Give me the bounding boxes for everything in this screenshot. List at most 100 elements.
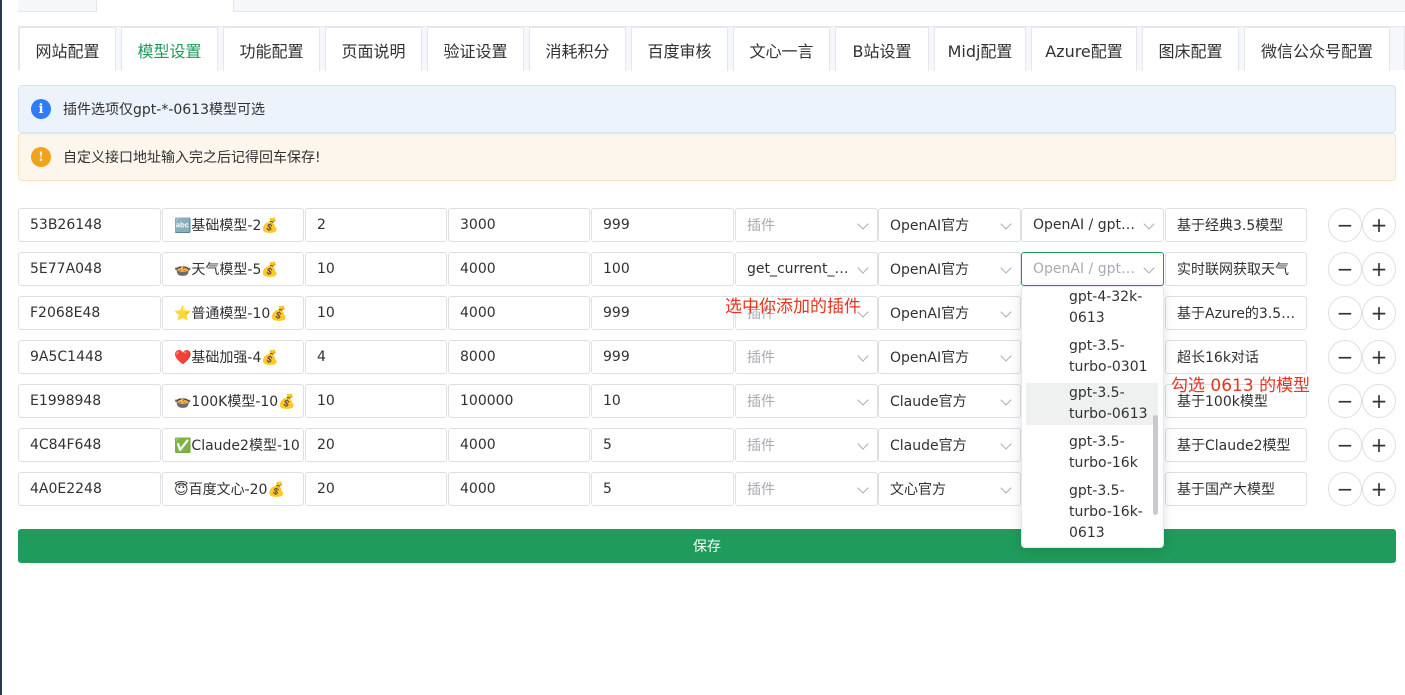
- limit-field[interactable]: 999: [591, 296, 734, 330]
- provider-select[interactable]: OpenAI官方: [878, 340, 1021, 374]
- tab-azure[interactable]: Azure配置: [1031, 27, 1137, 71]
- max-tokens-field[interactable]: 8000: [448, 340, 590, 374]
- description-field[interactable]: 基于Claude2模型: [1165, 428, 1307, 462]
- model-name-field[interactable]: 🔤基础模型-2💰: [162, 208, 304, 242]
- add-row-button[interactable]: +: [1362, 208, 1396, 242]
- model-id-field-value: 5E77A048: [30, 261, 102, 277]
- remove-row-button[interactable]: −: [1328, 428, 1362, 462]
- add-row-button[interactable]: +: [1362, 384, 1396, 418]
- remove-row-button[interactable]: −: [1328, 296, 1362, 330]
- table-row: F2068E48 ⭐普通模型-10💰 10 4000 999 插件 OpenAI官方 基于Az…: [18, 296, 1398, 330]
- tab-baidu-review[interactable]: 百度审核: [631, 27, 728, 71]
- outer-tab-active[interactable]: [96, 0, 234, 12]
- remove-row-button[interactable]: −: [1328, 384, 1362, 418]
- limit-field[interactable]: 5: [591, 428, 734, 462]
- save-button[interactable]: 保存: [18, 529, 1396, 563]
- dropdown-option[interactable]: gpt-3.5- turbo-16k- 0613: [1026, 481, 1158, 547]
- limit-field[interactable]: 100: [591, 252, 734, 286]
- max-tokens-field[interactable]: 4000: [448, 472, 590, 506]
- plugin-select[interactable]: 插件: [735, 208, 878, 242]
- provider-select[interactable]: OpenAI官方: [878, 296, 1021, 330]
- model-dropdown: gpt-4-32k- 0613 gpt-3.5- turbo-0301 gpt-3.…: [1021, 286, 1164, 548]
- plugin-select[interactable]: get_current_w...: [735, 252, 878, 286]
- cost-field[interactable]: 2: [305, 208, 447, 242]
- limit-field[interactable]: 999: [591, 208, 734, 242]
- max-tokens-field[interactable]: 4000: [448, 296, 590, 330]
- cost-field[interactable]: 4: [305, 340, 447, 374]
- limit-field[interactable]: 10: [591, 384, 734, 418]
- max-tokens-field[interactable]: 4000: [448, 428, 590, 462]
- cost-field[interactable]: 10: [305, 384, 447, 418]
- plugin-select[interactable]: 插件: [735, 472, 878, 506]
- cost-field[interactable]: 20: [305, 472, 447, 506]
- model-id-field[interactable]: 53B26148: [18, 208, 161, 242]
- tab-model-settings[interactable]: 模型设置: [121, 27, 218, 71]
- provider-select[interactable]: Claude官方: [878, 384, 1021, 418]
- add-row-button[interactable]: +: [1362, 428, 1396, 462]
- dropdown-option[interactable]: gpt-4-32k- 0613: [1026, 287, 1158, 335]
- description-field[interactable]: 基于Azure的3.5模型: [1165, 296, 1307, 330]
- cost-field[interactable]: 10: [305, 296, 447, 330]
- cost-field[interactable]: 20: [305, 428, 447, 462]
- model-name-field[interactable]: ✅Claude2模型-10: [162, 428, 304, 462]
- model-id-field[interactable]: 4A0E2248: [18, 472, 161, 506]
- add-row-button[interactable]: +: [1362, 252, 1396, 286]
- description-field[interactable]: 基于国产大模型: [1165, 472, 1307, 506]
- plugin-select[interactable]: 插件: [735, 428, 878, 462]
- max-tokens-field[interactable]: 100000: [448, 384, 590, 418]
- add-row-button[interactable]: +: [1362, 340, 1396, 374]
- model-id-field[interactable]: 4C84F648: [18, 428, 161, 462]
- dropdown-option[interactable]: gpt-3.5- turbo-16k: [1026, 432, 1158, 480]
- model-id-field[interactable]: 5E77A048: [18, 252, 161, 286]
- remove-row-button[interactable]: −: [1328, 472, 1362, 506]
- tab-midj[interactable]: Midj配置: [934, 27, 1026, 71]
- remove-row-button[interactable]: −: [1328, 252, 1362, 286]
- model-name-field[interactable]: 🍲天气模型-5💰: [162, 252, 304, 286]
- tab-points-cost[interactable]: 消耗积分: [529, 27, 626, 71]
- info-alert: i 插件选项仅gpt-*-0613模型可选: [18, 85, 1396, 133]
- limit-field[interactable]: 999: [591, 340, 734, 374]
- plugin-select[interactable]: 插件: [735, 340, 878, 374]
- tab-image-host[interactable]: 图床配置: [1142, 27, 1239, 71]
- add-row-button[interactable]: +: [1362, 296, 1396, 330]
- tab-page-notes[interactable]: 页面说明: [325, 27, 422, 71]
- chevron-down-icon: [857, 218, 869, 230]
- dropdown-scrollbar[interactable]: [1153, 415, 1158, 515]
- tab-bilibili[interactable]: B站设置: [835, 27, 929, 71]
- description-field[interactable]: 基于经典3.5模型: [1165, 208, 1307, 242]
- provider-select[interactable]: OpenAI官方: [878, 252, 1021, 286]
- model-select[interactable]: OpenAI / gpt-...: [1021, 208, 1164, 242]
- limit-field[interactable]: 5: [591, 472, 734, 506]
- tab-wenxin[interactable]: 文心一言: [733, 27, 830, 71]
- description-field[interactable]: 超长16k对话: [1165, 340, 1307, 374]
- model-id-field[interactable]: E1998948: [18, 384, 161, 418]
- model-name-field[interactable]: ❤️基础加强-4💰: [162, 340, 304, 374]
- model-name-field[interactable]: 🍲100K模型-10💰: [162, 384, 304, 418]
- max-tokens-field[interactable]: 4000: [448, 252, 590, 286]
- cost-field[interactable]: 10: [305, 252, 447, 286]
- provider-select[interactable]: OpenAI官方: [878, 208, 1021, 242]
- tab-feature-config[interactable]: 功能配置: [223, 27, 320, 71]
- dropdown-option-selected[interactable]: gpt-3.5- turbo-0613: [1026, 383, 1158, 425]
- option-text: gpt-3.5-: [1069, 483, 1125, 499]
- provider-select[interactable]: 文心官方: [878, 472, 1021, 506]
- model-select[interactable]: OpenAI / gpt-...: [1021, 252, 1164, 286]
- add-row-button[interactable]: +: [1362, 472, 1396, 506]
- model-name-field[interactable]: ⭐普通模型-10💰: [162, 296, 304, 330]
- tab-site-config[interactable]: 网站配置: [19, 27, 116, 71]
- description-field[interactable]: 实时联网获取天气: [1165, 252, 1307, 286]
- model-id-field[interactable]: F2068E48: [18, 296, 161, 330]
- chevron-down-icon: [1000, 262, 1012, 274]
- model-name-field[interactable]: 😇百度文心-20💰: [162, 472, 304, 506]
- tab-wechat-mp[interactable]: 微信公众号配置: [1244, 27, 1390, 71]
- tab-verify-settings[interactable]: 验证设置: [427, 27, 524, 71]
- plugin-select[interactable]: 插件: [735, 384, 878, 418]
- max-tokens-field[interactable]: 3000: [448, 208, 590, 242]
- model-id-field[interactable]: 9A5C1448: [18, 340, 161, 374]
- remove-row-button[interactable]: −: [1328, 208, 1362, 242]
- remove-row-button[interactable]: −: [1328, 340, 1362, 374]
- max-tokens-field-value: 100000: [460, 393, 514, 409]
- info-alert-text: 插件选项仅gpt-*-0613模型可选: [63, 102, 265, 118]
- provider-select[interactable]: Claude官方: [878, 428, 1021, 462]
- dropdown-option[interactable]: gpt-3.5- turbo-0301: [1026, 336, 1158, 384]
